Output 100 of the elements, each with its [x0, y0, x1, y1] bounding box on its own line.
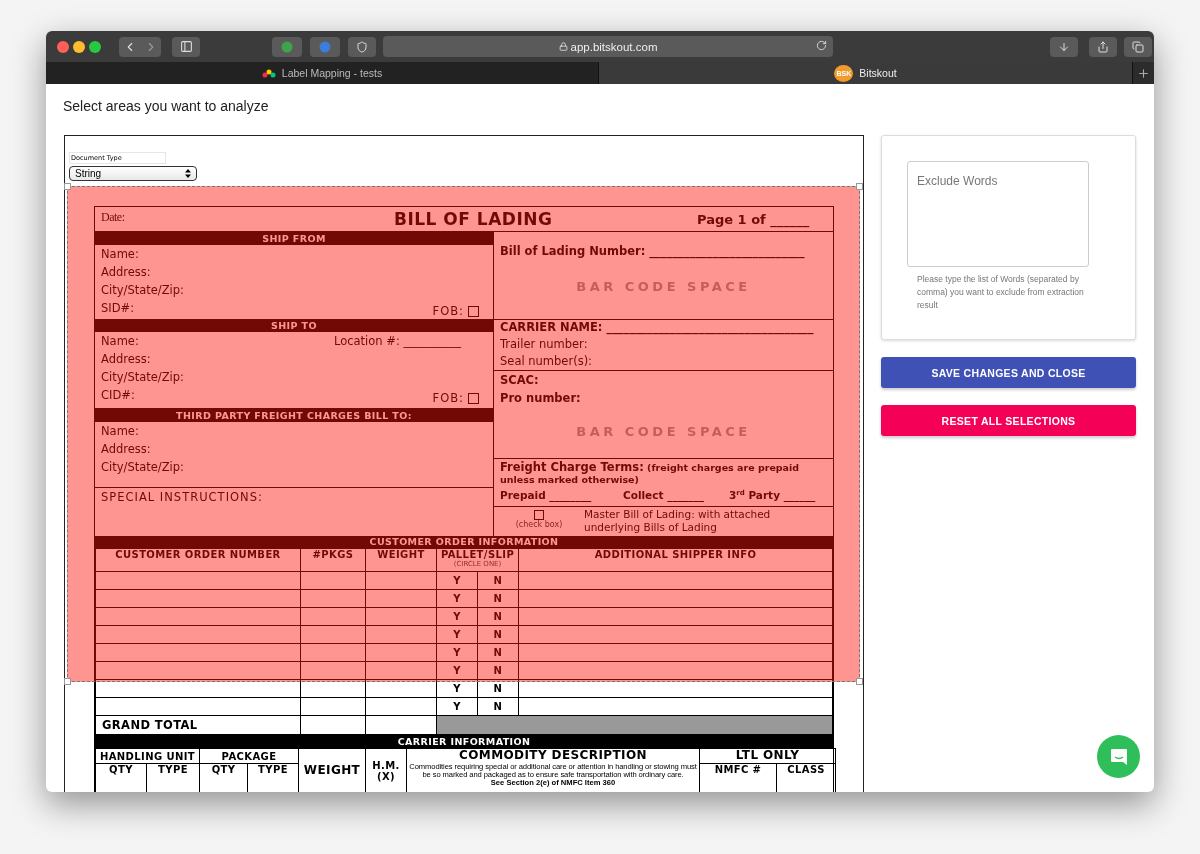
table-cell: Y: [453, 629, 461, 640]
tabs-button[interactable]: [1124, 36, 1152, 57]
tabs-icon: [1132, 40, 1144, 53]
barcode-placeholder: BAR CODE SPACE: [575, 424, 752, 439]
form-label: Name:: [101, 247, 139, 261]
form-label: FOB:: [432, 391, 464, 405]
form-title: BILL OF LADING: [394, 209, 554, 229]
privacy-button[interactable]: [348, 36, 376, 57]
form-label: Trailer number:: [500, 336, 588, 351]
form-label: SID#:: [101, 301, 135, 315]
table-cell: N: [493, 575, 503, 586]
form-label: FOB:: [432, 304, 464, 318]
extension-button[interactable]: [272, 36, 302, 57]
chat-button[interactable]: [1097, 735, 1140, 778]
form-label: Address:: [101, 265, 151, 279]
table-cell: N: [493, 593, 503, 604]
share-button[interactable]: [1089, 36, 1117, 57]
zoom-button[interactable]: [89, 40, 101, 53]
freight-terms-text: Freight Charge Terms: (freight charges are prepaid unless marked otherwise): [500, 461, 801, 486]
minimize-button[interactable]: [73, 40, 85, 53]
page-title: Select areas you want to analyze: [62, 98, 270, 114]
form-label: Location #: __________: [334, 334, 461, 348]
download-button[interactable]: [1050, 36, 1078, 57]
shield-icon: [356, 40, 368, 53]
resize-handle[interactable]: [856, 678, 863, 685]
sidebar-button[interactable]: [172, 36, 200, 57]
form-label: SPECIAL INSTRUCTIONS:: [101, 490, 264, 504]
form-label: Page 1 of ______: [697, 211, 811, 227]
url-text: app.bitskout.com: [570, 40, 658, 53]
reset-button[interactable]: RESET ALL SELECTIONS: [881, 405, 1136, 436]
download-icon: [1058, 40, 1070, 53]
sidebar-icon: [179, 40, 193, 53]
table-cell: Y: [453, 647, 461, 658]
column-header: TYPE: [158, 764, 188, 775]
form-label: Collect _______: [623, 489, 704, 503]
column-header: WEIGHT: [377, 549, 425, 560]
helper-text: Please type the list of Words (separated by comma) you want to exclude from extraction result: [917, 273, 1085, 312]
table-cell: Y: [453, 593, 461, 604]
table-cell: Y: [453, 683, 461, 694]
section-heading: CUSTOMER ORDER INFORMATION: [95, 536, 833, 548]
section-heading: THIRD PARTY FREIGHT CHARGES BILL TO:: [95, 409, 493, 422]
lock-icon: [558, 42, 568, 51]
column-header: H.M. (X): [371, 759, 401, 782]
section-heading: CARRIER INFORMATION: [95, 735, 833, 748]
section-heading: SHIP TO: [95, 320, 493, 332]
checkbox[interactable]: [468, 305, 479, 317]
updown-arrows-icon: [185, 169, 191, 178]
table-cell: N: [493, 629, 503, 640]
form-label: Date:: [101, 209, 126, 225]
column-header: PALLET/SLIP: [440, 549, 515, 560]
form-label: CARRIER NAME: ____________________________________: [500, 320, 815, 335]
column-header: COMMODITY DESCRIPTION: [459, 749, 647, 763]
form-label: City/State/Zip:: [101, 460, 184, 474]
resize-handle[interactable]: [856, 183, 863, 190]
resize-handle[interactable]: [64, 678, 71, 685]
form-label: Bill of Lading Number: ___________________________: [500, 243, 806, 260]
logo-icon: [261, 68, 276, 78]
column-header: QTY: [109, 764, 133, 775]
column-header: WEIGHT: [303, 763, 361, 778]
new-tab-button[interactable]: [1133, 62, 1154, 84]
column-header: #PKGS: [312, 549, 354, 560]
column-header: LTL ONLY: [735, 749, 800, 763]
form-label: Prepaid ________: [500, 489, 592, 503]
form-label: Name:: [101, 424, 139, 438]
table-cell: N: [493, 611, 503, 622]
form-label: CID#:: [101, 388, 135, 402]
column-header: TYPE: [258, 764, 288, 775]
grand-total-label: GRAND TOTAL: [102, 718, 198, 732]
form-label: SCAC:: [500, 372, 540, 389]
checkbox[interactable]: [468, 392, 479, 404]
chat-icon: [1108, 746, 1129, 767]
browser-tab[interactable]: Label Mapping - tests: [46, 62, 599, 84]
column-header: CLASS: [787, 764, 825, 775]
document-type-select[interactable]: String: [69, 166, 197, 181]
close-button[interactable]: [57, 40, 69, 53]
save-button[interactable]: SAVE CHANGES AND CLOSE: [881, 357, 1136, 388]
selection-area[interactable]: [67, 186, 860, 682]
table-cell: Y: [453, 611, 461, 622]
table-cell: N: [493, 647, 503, 658]
form-label: 3$^{rd}$ Party ______: [729, 489, 816, 503]
section-heading: SHIP FROM: [95, 232, 493, 245]
resize-handle[interactable]: [64, 183, 71, 190]
barcode-placeholder: BAR CODE SPACE: [575, 279, 752, 294]
table-cell: N: [493, 665, 503, 676]
table-cell: N: [493, 701, 503, 712]
column-header: CUSTOMER ORDER NUMBER: [115, 549, 281, 560]
table-cell: Y: [453, 701, 461, 712]
form-label: City/State/Zip:: [101, 370, 184, 384]
extension-button[interactable]: [310, 36, 340, 57]
plus-icon: [1137, 66, 1150, 80]
form-label: Master Bill of Lading: with attached underlying Bills of Lading: [584, 507, 772, 535]
address-bar[interactable]: app.bitskout.com: [383, 36, 833, 57]
checkbox[interactable]: [534, 510, 544, 520]
form-label: City/State/Zip:: [101, 283, 184, 297]
column-header: ADDITIONAL SHIPPER INFO: [594, 549, 757, 560]
form-note: (check box): [515, 520, 563, 529]
reload-icon[interactable]: [816, 40, 827, 51]
form-label: Seal number(s):: [500, 354, 592, 369]
column-header: NMFC #: [714, 764, 762, 775]
exclude-words-field[interactable]: Exclude Words: [907, 161, 1089, 267]
